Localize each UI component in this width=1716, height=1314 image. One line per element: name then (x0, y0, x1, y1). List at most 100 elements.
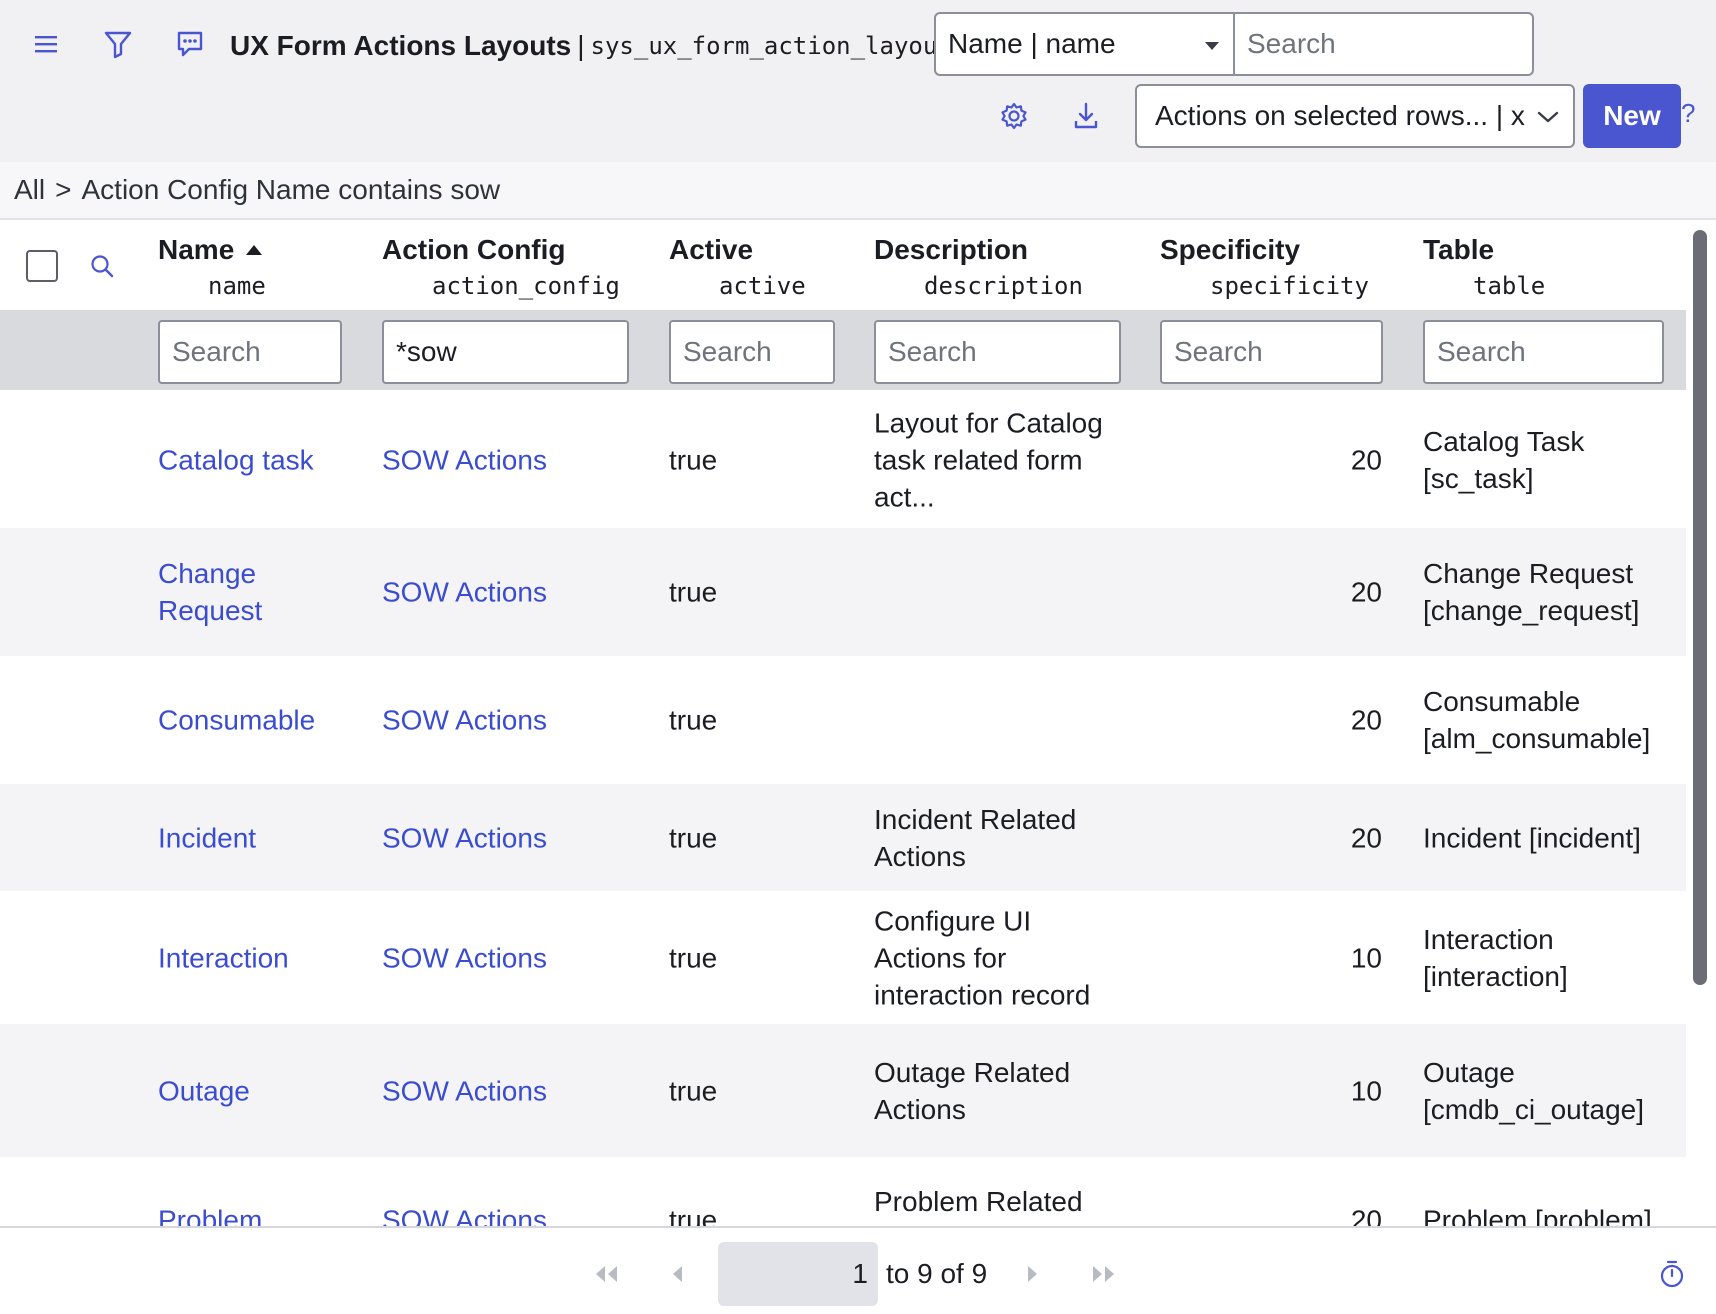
title-separator: | (577, 30, 585, 61)
action-config-link[interactable]: SOW Actions (382, 574, 547, 611)
next-page-icon[interactable] (1012, 1254, 1052, 1294)
table-search-input[interactable]: Search (1423, 320, 1664, 384)
vertical-scrollbar[interactable] (1693, 230, 1707, 985)
specificity-value: 20 (1350, 822, 1382, 853)
first-page-icon[interactable] (586, 1254, 626, 1294)
column-header-name[interactable]: Name name (158, 222, 358, 310)
table-row[interactable]: Outage SOW Actions true Outage Related Actio… (0, 1024, 1686, 1157)
sort-ascending-icon[interactable] (246, 245, 263, 255)
record-name-link-line[interactable]: Outage (158, 1072, 250, 1109)
record-name-link-line[interactable]: Request (158, 592, 262, 629)
column-header-action-config[interactable]: Action Config action_config (382, 222, 642, 310)
record-name-link[interactable]: Outage (158, 1072, 250, 1109)
record-name-link[interactable]: Interaction (158, 939, 289, 976)
breadcrumb-separator: > (55, 174, 72, 205)
active-value: true (669, 1204, 718, 1226)
column-label: Action Config (382, 234, 566, 265)
list-header: UX Form Actions Layouts | sys_ux_form_ac… (0, 0, 1716, 162)
column-field: action_config (432, 272, 620, 300)
specificity-search-input[interactable]: Search (1160, 320, 1383, 384)
column-header-description[interactable]: Description description (874, 222, 1124, 310)
pagination-bar: 1 to 9 of 9 (0, 1226, 1716, 1314)
gear-icon[interactable] (994, 96, 1034, 136)
description-value-line: act... (874, 481, 935, 513)
breadcrumb-all[interactable]: All (14, 174, 45, 206)
table-value-line: [cmdb_ci_outage] (1423, 1093, 1645, 1125)
column-field: specificity (1210, 272, 1369, 300)
specificity-value: 10 (1350, 1075, 1382, 1106)
active-search-input[interactable]: Search (669, 320, 835, 384)
prev-page-icon[interactable] (658, 1254, 698, 1294)
record-name-link-line[interactable]: Interaction (158, 939, 289, 976)
action-config-search-input[interactable]: *sow (382, 320, 629, 384)
action-config-link[interactable]: SOW Actions (382, 819, 547, 856)
active-value: true (669, 576, 718, 608)
actions-on-selected-rows-select[interactable]: Actions on selected rows... | x (1135, 84, 1575, 148)
action-config-link[interactable]: SOW Actions (382, 939, 547, 976)
name-search-input[interactable]: Search (158, 320, 342, 384)
record-name-link[interactable]: Consumable (158, 702, 315, 739)
record-name-link[interactable]: Problem (158, 1201, 262, 1226)
timer-icon[interactable] (1652, 1254, 1692, 1294)
chevron-down-icon (1537, 111, 1559, 123)
search-icon[interactable] (82, 246, 122, 286)
menu-icon[interactable] (26, 24, 66, 64)
active-value: true (669, 444, 718, 476)
select-all-checkbox[interactable] (26, 250, 58, 282)
column-field: active (719, 272, 806, 300)
column-search-row: Search *sow Search Search Search Search (0, 310, 1686, 390)
table-row[interactable]: Catalog task SOW Actions true Layout for Ca… (0, 392, 1686, 528)
breadcrumb-filter[interactable]: Action Config Name contains sow (81, 174, 500, 206)
description-value: Layout for Catalog task related form act..… (874, 405, 1103, 516)
column-header-table[interactable]: Table table (1423, 222, 1663, 310)
action-config-link[interactable]: SOW Actions (382, 1072, 547, 1109)
record-name-link-line[interactable]: Change (158, 555, 262, 592)
record-name-link-line[interactable]: Problem (158, 1201, 262, 1226)
table-value-line: Change Request (1423, 558, 1634, 589)
page-title: UX Form Actions Layouts (230, 30, 572, 61)
last-page-icon[interactable] (1084, 1254, 1124, 1294)
record-name-link[interactable]: Catalog task (158, 442, 314, 479)
help-button[interactable]: ? (1681, 98, 1695, 129)
filter-icon[interactable] (98, 24, 138, 64)
column-label: Table (1423, 234, 1495, 265)
record-name-link[interactable]: Change Request (158, 555, 262, 629)
table-value: Problem [problem] (1423, 1201, 1652, 1226)
table-row[interactable]: Change Request SOW Actions true 20 Change Req… (0, 528, 1686, 656)
table-value: Incident [incident] (1423, 819, 1641, 856)
table-row[interactable]: Problem SOW Actions true Problem RelatedAct… (0, 1157, 1686, 1227)
comment-icon[interactable] (170, 24, 210, 64)
table-row[interactable]: Incident SOW Actions true Incident Related A… (0, 784, 1686, 891)
table-value-line: [alm_consumable] (1423, 723, 1651, 754)
record-name-link-line[interactable]: Consumable (158, 702, 315, 739)
active-value: true (669, 1075, 718, 1106)
page-number-input[interactable]: 1 (718, 1242, 878, 1306)
search-field-select[interactable]: Name | name (934, 12, 1235, 76)
new-button[interactable]: New (1583, 84, 1681, 148)
description-value: Problem RelatedActions (874, 1183, 1083, 1227)
table-value-line: Catalog Task (1423, 426, 1585, 457)
description-value-line: Actions (874, 1093, 966, 1125)
action-config-link[interactable]: SOW Actions (382, 702, 547, 739)
table-row[interactable]: Consumable SOW Actions true 20 Consumable [al… (0, 656, 1686, 784)
action-config-link[interactable]: SOW Actions (382, 1201, 547, 1226)
description-search-input[interactable]: Search (874, 320, 1121, 384)
column-header-active[interactable]: Active active (669, 222, 839, 310)
table-value-line: Consumable (1423, 686, 1581, 717)
table-value-line: [change_request] (1423, 595, 1640, 626)
list-table: Name name Action Config action_config Ac… (0, 222, 1686, 1226)
record-name-link-line[interactable]: Incident (158, 819, 256, 856)
description-value: Incident Related Actions (874, 801, 1076, 875)
column-label: Active (669, 234, 754, 265)
active-value: true (669, 822, 718, 853)
action-config-link[interactable]: SOW Actions (382, 442, 547, 479)
record-name-link-line[interactable]: Catalog task (158, 442, 314, 479)
record-name-link[interactable]: Incident (158, 819, 256, 856)
table-name: sys_ux_form_action_layout (590, 32, 952, 60)
download-icon[interactable] (1066, 96, 1106, 136)
specificity-value: 20 (1350, 704, 1382, 736)
column-header-specificity[interactable]: Specificity specificity (1160, 222, 1390, 310)
list-search-input[interactable]: Search (1233, 12, 1534, 76)
list-title: UX Form Actions Layouts | sys_ux_form_ac… (230, 26, 952, 66)
table-row[interactable]: Interaction SOW Actions true Configure UI Ac… (0, 891, 1686, 1024)
